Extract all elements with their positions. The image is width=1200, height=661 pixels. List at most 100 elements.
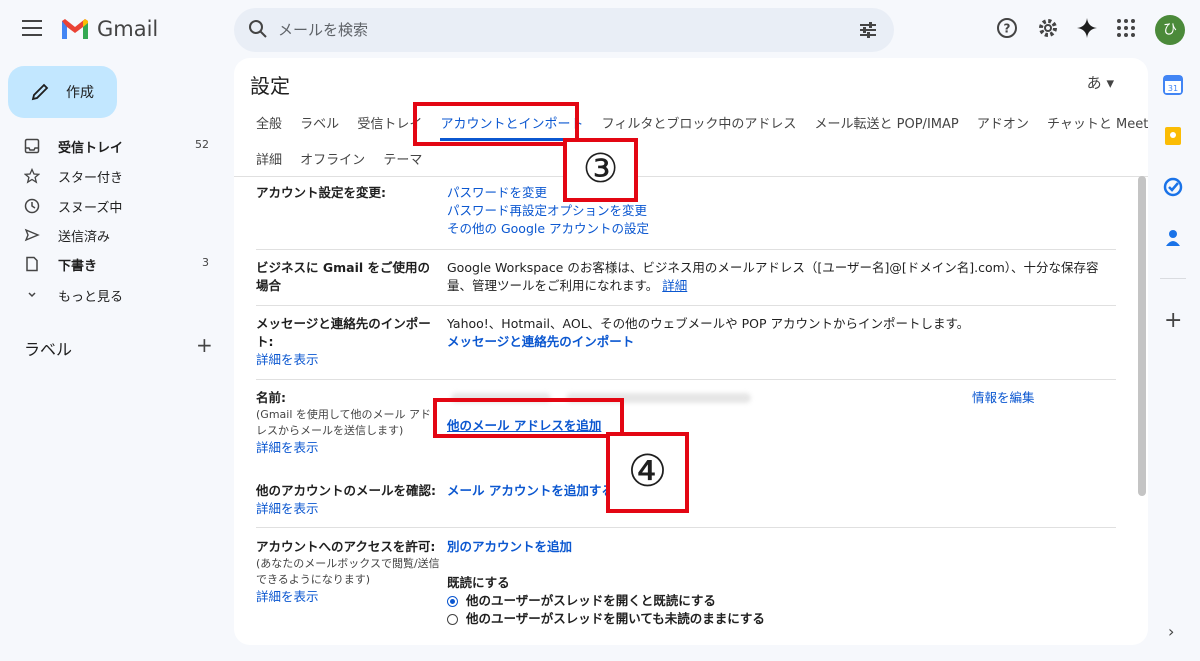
star-icon xyxy=(24,168,40,184)
import-mail-contacts-link[interactable]: メッセージと連絡先のインポート xyxy=(447,334,634,349)
check-label-block: 他のアカウントのメールを確認: 詳細を表示 xyxy=(256,482,446,518)
svg-text:31: 31 xyxy=(1168,84,1178,93)
row-grant-access: アカウントへのアクセスを許可: (あなたのメールボックスで閲覧/送信できるように… xyxy=(256,528,1116,644)
page-title: 設定 xyxy=(250,74,290,98)
mark-read-option-1[interactable]: 他のユーザーがスレッドを開くと既読にする xyxy=(447,592,765,610)
import-value: Yahoo!、Hotmail、AOL、その他のウェブメールや POP アカウント… xyxy=(447,315,1117,351)
access-value: 別のアカウントを追加 既読にする 他のユーザーがスレッドを開くと既読にする 他の… xyxy=(447,538,765,628)
import-label-block: メッセージと連絡先のインポート: 詳細を表示 xyxy=(256,315,441,369)
nav-item-sent[interactable]: 送信済み xyxy=(0,220,225,250)
name-label: 名前: xyxy=(256,390,286,405)
nav-item-label: スター付き xyxy=(58,171,124,186)
tabs-divider xyxy=(234,176,1148,177)
name-more-link[interactable]: 詳細を表示 xyxy=(256,439,441,457)
settings-tabs: 全般 ラベル 受信トレイ アカウントとインポート フィルタとブロック中のアドレス… xyxy=(256,113,1148,141)
radio-selected-icon[interactable] xyxy=(447,596,458,607)
step-4-badge: ④ xyxy=(606,432,689,513)
calendar-icon[interactable]: 31 xyxy=(1163,75,1183,95)
tab-advanced[interactable]: 詳細 xyxy=(256,149,282,168)
rail-divider xyxy=(1160,278,1186,279)
tab-labels[interactable]: ラベル xyxy=(300,113,339,132)
tab-themes[interactable]: テーマ xyxy=(383,149,422,168)
radio-unselected-icon[interactable] xyxy=(447,614,458,625)
row-account-settings: アカウント設定を変更: パスワードを変更 パスワード再設定オプションを変更 その… xyxy=(256,180,1116,250)
compose-button[interactable]: 作成 xyxy=(8,66,117,118)
nav-item-starred[interactable]: スター付き xyxy=(0,161,225,191)
help-icon[interactable]: ? xyxy=(995,16,1019,40)
tab-forwarding[interactable]: メール転送と POP/IMAP xyxy=(815,113,959,132)
search-options-icon[interactable] xyxy=(858,20,878,40)
google-account-settings-link[interactable]: その他の Google アカウントの設定 xyxy=(447,220,649,238)
business-learn-more-link[interactable]: 詳細 xyxy=(662,278,687,293)
access-label-block: アカウントへのアクセスを許可: (あなたのメールボックスで閲覧/送信できるように… xyxy=(256,538,446,606)
nav-item-snoozed[interactable]: スヌーズ中 xyxy=(0,191,225,221)
tab-general[interactable]: 全般 xyxy=(256,113,282,132)
mark-read-heading: 既読にする xyxy=(447,575,510,590)
app-name: Gmail xyxy=(97,17,159,41)
edit-info-link[interactable]: 情報を編集 xyxy=(972,389,1035,407)
tasks-icon[interactable] xyxy=(1163,177,1183,197)
tab-addons[interactable]: アドオン xyxy=(977,113,1029,132)
access-label: アカウントへのアクセスを許可: xyxy=(256,539,436,554)
main-menu-icon[interactable] xyxy=(22,20,42,36)
access-more-link[interactable]: 詳細を表示 xyxy=(256,588,446,606)
nav-item-label: 受信トレイ xyxy=(58,141,124,156)
nav-item-more[interactable]: もっと見る xyxy=(0,280,225,310)
settings-panel: 設定 あ ▾ 全般 ラベル 受信トレイ アカウントとインポート フィルタとブロッ… xyxy=(234,58,1148,645)
check-more-link[interactable]: 詳細を表示 xyxy=(256,500,446,518)
input-tools-label: あ xyxy=(1086,74,1102,92)
scrollbar[interactable] xyxy=(1138,176,1146,496)
business-text: Google Workspace のお客様は、ビジネス用のメールアドレス（[ユー… xyxy=(447,259,1117,295)
send-icon xyxy=(24,228,40,242)
tab-chat-meet[interactable]: チャットと Meet xyxy=(1047,113,1148,132)
option-2-label: 他のユーザーがスレッドを開いても未読のままにする xyxy=(466,611,765,626)
row-import: メッセージと連絡先のインポート: 詳細を表示 Yahoo!、Hotmail、AO… xyxy=(256,306,1116,380)
settings-gear-icon[interactable] xyxy=(1036,16,1060,40)
nav-item-label: 送信済み xyxy=(58,230,111,245)
clock-icon xyxy=(24,198,40,214)
chevron-down-icon xyxy=(28,292,36,298)
tab-filters[interactable]: フィルタとブロック中のアドレス xyxy=(602,113,797,132)
recovery-options-link[interactable]: パスワード再設定オプションを変更 xyxy=(447,202,649,220)
business-description: Google Workspace のお客様は、ビジネス用のメールアドレス（[ユー… xyxy=(447,260,1099,293)
tab-offline[interactable]: オフライン xyxy=(300,149,365,168)
labels-heading: ラベル xyxy=(24,340,73,359)
check-value: メール アカウントを追加する xyxy=(447,482,614,500)
pencil-icon xyxy=(31,83,49,101)
nav-item-inbox[interactable]: 受信トレイ 52 xyxy=(0,131,225,161)
search-icon[interactable] xyxy=(248,19,268,39)
name-note: (Gmail を使用して他のメール アドレスからメールを送信します) xyxy=(256,408,432,437)
add-mail-account-link[interactable]: メール アカウントを追加する xyxy=(447,483,614,498)
import-label: メッセージと連絡先のインポート: xyxy=(256,316,431,349)
step-3-badge: ③ xyxy=(563,138,638,202)
import-description: Yahoo!、Hotmail、AOL、その他のウェブメールや POP アカウント… xyxy=(447,316,970,331)
nav-item-label: もっと見る xyxy=(58,290,124,305)
check-label: 他のアカウントのメールを確認: xyxy=(256,483,436,498)
show-side-panel-chevron-icon[interactable]: › xyxy=(1168,622,1174,641)
nav-item-label: スヌーズ中 xyxy=(58,201,123,216)
compose-label: 作成 xyxy=(66,85,94,101)
highlight-box-tab xyxy=(413,102,579,146)
draft-count: 3 xyxy=(202,256,209,269)
svg-text:?: ? xyxy=(1004,22,1011,36)
nav-item-drafts[interactable]: 下書き 3 xyxy=(0,249,225,279)
contacts-icon[interactable] xyxy=(1163,228,1183,248)
unread-count: 52 xyxy=(195,138,209,151)
gemini-sparkle-icon[interactable] xyxy=(1075,16,1099,40)
get-addons-plus-icon[interactable]: + xyxy=(1164,308,1182,333)
gmail-logo-icon[interactable] xyxy=(60,17,90,41)
option-1-label: 他のユーザーがスレッドを開くと既読にする xyxy=(466,593,716,608)
account-avatar[interactable]: ひ xyxy=(1155,15,1185,45)
mark-read-option-2[interactable]: 他のユーザーがスレッドを開いても未読のままにする xyxy=(447,610,765,628)
keep-icon[interactable] xyxy=(1163,126,1183,146)
import-more-link[interactable]: 詳細を表示 xyxy=(256,351,441,369)
apps-grid-icon[interactable] xyxy=(1114,16,1138,40)
nav-item-label: 下書き xyxy=(58,259,98,274)
search-input[interactable] xyxy=(278,8,838,52)
input-tools-icon[interactable]: あ ▾ xyxy=(1087,72,1114,93)
add-another-account-link[interactable]: 別のアカウントを追加 xyxy=(447,538,765,556)
business-label: ビジネスに Gmail をご使用の場合 xyxy=(256,260,430,293)
add-label-icon[interactable]: + xyxy=(196,333,213,357)
search-bar[interactable] xyxy=(234,8,894,52)
draft-file-icon xyxy=(26,256,38,272)
